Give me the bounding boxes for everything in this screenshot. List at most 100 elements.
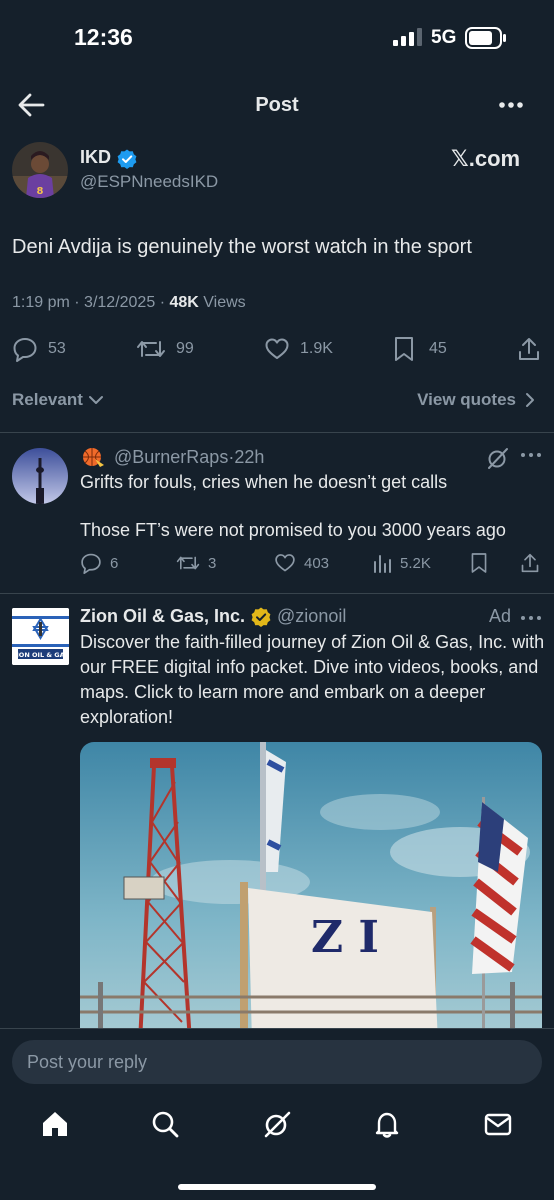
reply-post[interactable]: @BurnerRaps · 22h Grifts for fouls, crie… (0, 434, 554, 592)
page-title: Post (255, 94, 299, 116)
reply-actions: 6 3 403 5.2K (0, 552, 554, 576)
status-time: 12:36 (74, 24, 133, 50)
nav-notifications[interactable] (370, 1107, 404, 1141)
repost-button[interactable]: 99 (136, 336, 194, 362)
reply-button[interactable]: 53 (12, 336, 66, 362)
post-time: 1:19 pm (12, 294, 70, 311)
nav-search[interactable] (148, 1107, 182, 1141)
like-count: 1.9K (300, 340, 333, 357)
reply-icon (81, 553, 101, 574)
ad-image[interactable]: Z I (80, 742, 542, 1042)
repost-count: 3 (208, 554, 217, 572)
svg-text:8: 8 (37, 186, 44, 197)
author-handle[interactable]: @ESPNneedsIKD (80, 172, 218, 192)
nav-home[interactable] (38, 1107, 72, 1141)
nav-grok[interactable] (260, 1107, 294, 1141)
reply-sort-row: Relevant View quotes (0, 390, 554, 414)
search-icon (152, 1111, 179, 1138)
more-icon[interactable] (520, 609, 542, 627)
author-name[interactable]: IKD (80, 147, 111, 168)
top-bar: Post (0, 80, 554, 130)
source-badge: 𝕏.com (451, 146, 521, 171)
repost-icon (137, 341, 165, 357)
meta-separator: · (74, 294, 85, 311)
divider (0, 432, 554, 433)
chevron-right-icon (526, 393, 534, 407)
views-button[interactable]: 5.2K (372, 552, 431, 574)
like-icon (265, 338, 289, 359)
reply-text-line: Grifts for fouls, cries when he doesn’t … (80, 472, 448, 492)
post-date: 3/12/2025 (84, 294, 156, 311)
bookmark-icon (395, 337, 413, 361)
reply-handle[interactable]: @BurnerRaps (114, 447, 228, 468)
post-actions: 53 99 1.9K 45 (0, 334, 554, 364)
ad-text: Discover the faith-filled journey of Zio… (80, 632, 545, 727)
views-label: Views (203, 294, 246, 311)
share-button[interactable] (520, 552, 548, 574)
repost-icon (176, 556, 200, 570)
reply-icon (13, 338, 37, 362)
ad-header: Zion Oil & Gas, Inc. @zionoil (80, 606, 346, 627)
grok-icon (264, 1111, 291, 1138)
reply-age: 22h (234, 446, 265, 467)
banner-text: Z I (311, 912, 379, 963)
repost-button[interactable]: 3 (176, 552, 216, 574)
views-icon (374, 555, 391, 573)
reply-count: 6 (110, 554, 119, 572)
grok-icon[interactable] (486, 446, 510, 470)
verified-gold-badge-icon (251, 607, 271, 627)
ad-label: Ad (489, 606, 512, 626)
views-count[interactable]: 48K (169, 294, 198, 311)
messages-icon (484, 1113, 512, 1136)
home-icon (43, 1112, 67, 1136)
view-quotes-link[interactable]: View quotes (417, 390, 538, 410)
verified-badge-icon (117, 149, 137, 169)
bottom-nav (0, 1107, 554, 1147)
home-indicator (178, 1184, 376, 1190)
like-count: 403 (304, 554, 330, 572)
basketball-emoji-icon (80, 445, 106, 469)
more-options-button[interactable] (496, 92, 528, 118)
sort-label: Relevant (12, 390, 83, 409)
avatar[interactable] (12, 448, 68, 504)
like-button[interactable]: 1.9K (264, 336, 333, 362)
signal-icon (393, 28, 423, 46)
advertiser-name[interactable]: Zion Oil & Gas, Inc. (80, 606, 245, 627)
reply-button[interactable]: 6 (80, 552, 118, 574)
more-icon (499, 102, 523, 108)
advertiser-handle[interactable]: @zionoil (277, 606, 346, 627)
advertiser-logo[interactable]: ZION OIL & GAS (12, 608, 69, 665)
divider (0, 593, 554, 594)
reply-header: @BurnerRaps · 22h (80, 445, 264, 469)
reply-text: Grifts for fouls, cries when he doesn’t … (80, 470, 546, 542)
share-icon (521, 553, 539, 573)
avatar[interactable]: 8 (12, 142, 68, 198)
more-icon[interactable] (520, 446, 542, 464)
share-icon (519, 338, 539, 360)
sort-dropdown[interactable]: Relevant (12, 390, 105, 410)
notifications-icon (375, 1112, 399, 1138)
like-button[interactable]: 403 (274, 552, 329, 574)
logo-text: ZION OIL & GAS (12, 651, 69, 659)
network-type: 5G (431, 27, 457, 48)
bookmark-count: 45 (429, 340, 447, 357)
meta-separator: · (159, 294, 170, 311)
bottom-panel: Post your reply (0, 1028, 554, 1200)
chevron-down-icon (88, 396, 103, 404)
repost-count: 99 (176, 340, 194, 357)
bookmark-button[interactable] (470, 552, 496, 574)
nav-messages[interactable] (481, 1107, 515, 1141)
bookmark-icon (471, 553, 487, 573)
share-button[interactable] (517, 336, 551, 362)
like-icon (275, 554, 295, 572)
bookmark-button[interactable]: 45 (393, 336, 447, 362)
reply-count: 53 (48, 340, 66, 357)
views-count: 5.2K (400, 554, 431, 572)
reply-text-line: Those FT’s were not promised to you 3000… (80, 520, 506, 540)
reply-composer[interactable]: Post your reply (12, 1040, 542, 1084)
view-quotes-label: View quotes (417, 390, 516, 409)
battery-icon (465, 27, 507, 49)
status-bar: 12:36 5G (0, 0, 554, 76)
post-meta: 1:19 pm · 3/12/2025 · 48K Views (12, 294, 246, 312)
post-text: Deni Avdija is genuinely the worst watch… (12, 236, 472, 258)
